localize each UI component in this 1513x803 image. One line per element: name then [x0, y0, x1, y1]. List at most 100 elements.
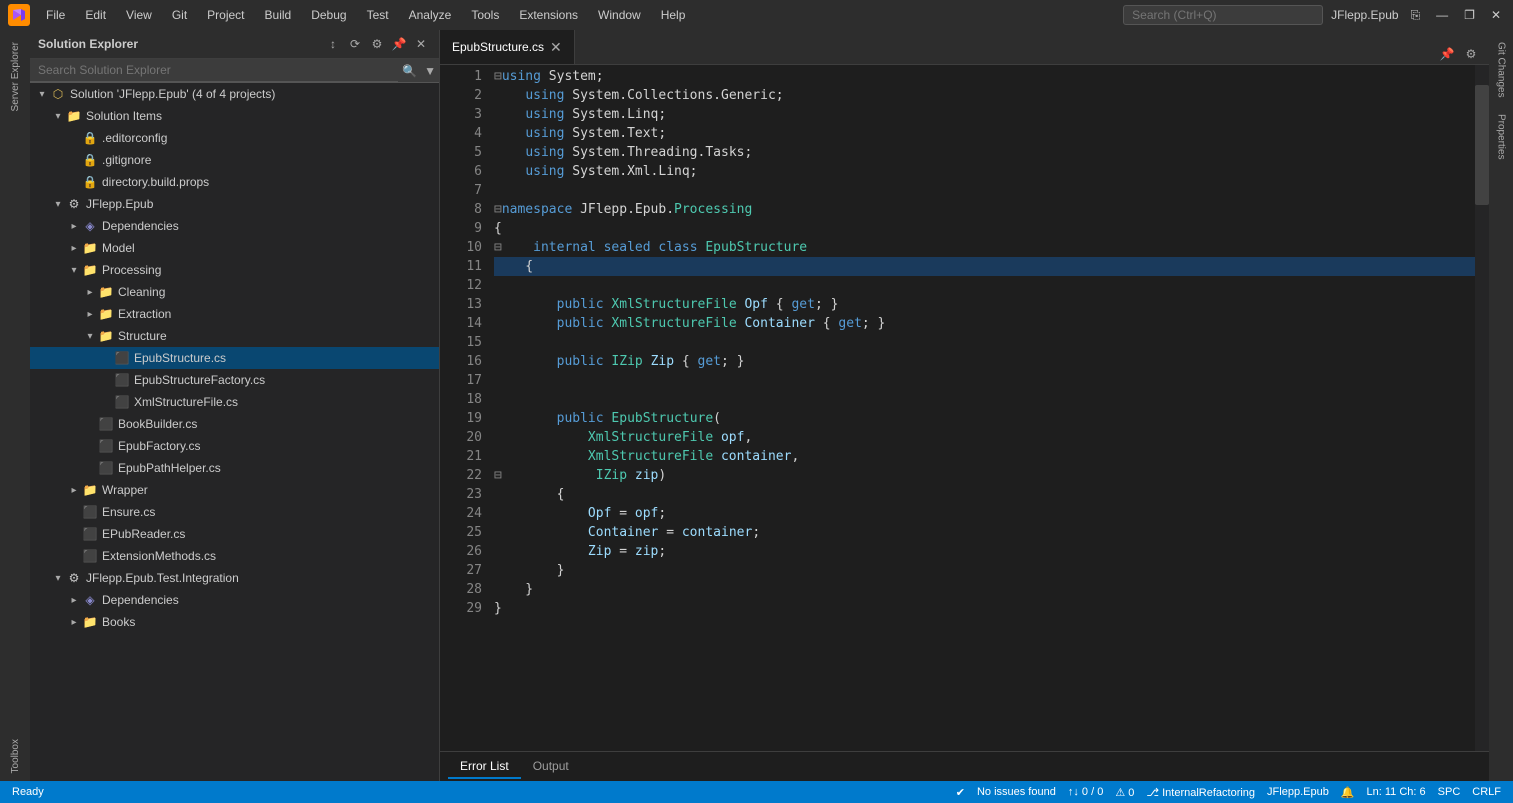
tree-item-dependencies2[interactable]: ▸◈Dependencies	[30, 589, 439, 611]
minimap-scrollbar[interactable]	[1475, 65, 1489, 751]
tree-item-epubpathhelper-cs[interactable]: ⬛EpubPathHelper.cs	[30, 457, 439, 479]
status-ready[interactable]: Ready	[8, 786, 48, 798]
restore-button[interactable]: ❐	[1460, 6, 1479, 24]
tab-error-list[interactable]: Error List	[448, 755, 521, 779]
se-settings-btn[interactable]: ⚙	[367, 34, 387, 54]
tab-settings-btn[interactable]: ⚙	[1461, 44, 1481, 64]
status-alert[interactable]: 🔔	[1337, 786, 1359, 799]
properties-label[interactable]: Properties	[1496, 106, 1507, 168]
se-search-input[interactable]	[30, 59, 398, 82]
tab-epubstructure[interactable]: EpubStructure.cs ✕	[440, 30, 575, 64]
menu-file[interactable]: File	[38, 6, 73, 24]
expander-icon[interactable]	[66, 152, 82, 168]
search-icon: 🔍	[398, 64, 421, 78]
tree-item-solution-items-folder[interactable]: ▾📁Solution Items	[30, 105, 439, 127]
menu-test[interactable]: Test	[359, 6, 397, 24]
expander-icon[interactable]	[66, 526, 82, 542]
tree-item-processing[interactable]: ▾📁Processing	[30, 259, 439, 281]
menu-build[interactable]: Build	[257, 6, 300, 24]
expander-icon[interactable]	[66, 504, 82, 520]
menu-extensions[interactable]: Extensions	[511, 6, 586, 24]
se-search-options-btn[interactable]: ▼	[421, 61, 439, 81]
expander-icon[interactable]	[66, 174, 82, 190]
expander-icon[interactable]	[82, 460, 98, 476]
expander-icon[interactable]: ▾	[34, 86, 50, 102]
menu-view[interactable]: View	[118, 6, 160, 24]
status-spaces[interactable]: SPC	[1434, 786, 1465, 798]
expander-icon[interactable]: ▾	[66, 262, 82, 278]
se-pin-btn[interactable]: 📌	[389, 34, 409, 54]
tree-item-ensure-cs[interactable]: ⬛Ensure.cs	[30, 501, 439, 523]
toolbox-label[interactable]: Toolbox	[10, 739, 21, 773]
expander-icon[interactable]: ▾	[50, 108, 66, 124]
menu-git[interactable]: Git	[164, 6, 195, 24]
tree-item-editorconfig[interactable]: 🔒.editorconfig	[30, 127, 439, 149]
status-errors[interactable]: ⚠ 0	[1111, 786, 1138, 799]
expander-icon[interactable]: ▸	[66, 240, 82, 256]
tree-item-gitignore[interactable]: 🔒.gitignore	[30, 149, 439, 171]
menu-edit[interactable]: Edit	[77, 6, 114, 24]
tree-item-directorybuildprops[interactable]: 🔒directory.build.props	[30, 171, 439, 193]
tree-item-wrapper[interactable]: ▸📁Wrapper	[30, 479, 439, 501]
share-button[interactable]: ⎘	[1407, 6, 1425, 25]
status-changes[interactable]: ↑↓ 0 / 0	[1064, 786, 1107, 798]
expander-icon[interactable]: ▸	[66, 614, 82, 630]
expander-icon[interactable]: ▸	[82, 284, 98, 300]
tree-item-epubfactory-cs[interactable]: ⬛EpubFactory.cs	[30, 435, 439, 457]
git-changes-label[interactable]: Git Changes	[1496, 34, 1507, 106]
tree-item-extensionmethods-cs[interactable]: ⬛ExtensionMethods.cs	[30, 545, 439, 567]
tree-item-model[interactable]: ▸📁Model	[30, 237, 439, 259]
tree-item-extraction[interactable]: ▸📁Extraction	[30, 303, 439, 325]
status-lineending[interactable]: CRLF	[1468, 786, 1505, 798]
tab-close-btn[interactable]: ✕	[550, 39, 562, 56]
tree-item-structure[interactable]: ▾📁Structure	[30, 325, 439, 347]
status-project[interactable]: JFlepp.Epub	[1263, 786, 1333, 798]
tab-output[interactable]: Output	[521, 755, 581, 779]
expander-icon[interactable]: ▾	[82, 328, 98, 344]
se-close-btn[interactable]: ✕	[411, 34, 431, 54]
menu-project[interactable]: Project	[199, 6, 252, 24]
minimize-button[interactable]: —	[1432, 6, 1452, 24]
expander-icon[interactable]	[82, 416, 98, 432]
menu-debug[interactable]: Debug	[303, 6, 354, 24]
tree-item-label: XmlStructureFile.cs	[134, 395, 238, 409]
tree-item-books[interactable]: ▸📁Books	[30, 611, 439, 633]
menu-analyze[interactable]: Analyze	[401, 6, 460, 24]
expander-icon[interactable]	[66, 548, 82, 564]
menu-window[interactable]: Window	[590, 6, 649, 24]
tree-item-epubstructurefactory-cs[interactable]: ⬛EpubStructureFactory.cs	[30, 369, 439, 391]
tree-item-cleaning[interactable]: ▸📁Cleaning	[30, 281, 439, 303]
tree-item-jflepp-epub[interactable]: ▾⚙JFlepp.Epub	[30, 193, 439, 215]
expander-icon[interactable]: ▾	[50, 196, 66, 212]
status-branch[interactable]: ⎇ InternalRefactoring	[1142, 786, 1259, 799]
expander-icon[interactable]	[98, 350, 114, 366]
tree-item-solution[interactable]: ▾⬡Solution 'JFlepp.Epub' (4 of 4 project…	[30, 83, 439, 105]
se-collapse-btn[interactable]: ↕	[323, 34, 343, 54]
search-input[interactable]	[1123, 5, 1323, 25]
server-explorer-label[interactable]: Server Explorer	[10, 42, 21, 111]
tree-item-epubstructure-cs[interactable]: ⬛EpubStructure.cs	[30, 347, 439, 369]
no-issues[interactable]: ✔	[952, 786, 969, 799]
menu-help[interactable]: Help	[653, 6, 694, 24]
tree-item-jflepp-epub-test[interactable]: ▾⚙JFlepp.Epub.Test.Integration	[30, 567, 439, 589]
expander-icon[interactable]: ▾	[50, 570, 66, 586]
expander-icon[interactable]: ▸	[82, 306, 98, 322]
menu-tools[interactable]: Tools	[463, 6, 507, 24]
expander-icon[interactable]: ▸	[66, 218, 82, 234]
tab-pin-btn[interactable]: 📌	[1437, 44, 1457, 64]
tree-item-bookbuilder-cs[interactable]: ⬛BookBuilder.cs	[30, 413, 439, 435]
code-content[interactable]: ⊟using System; using System.Collections.…	[490, 65, 1475, 751]
tree-item-dependencies[interactable]: ▸◈Dependencies	[30, 215, 439, 237]
code-editor[interactable]: 1234567891011121314151617181920212223242…	[440, 65, 1475, 751]
tree-item-xmlstructurefile-cs[interactable]: ⬛XmlStructureFile.cs	[30, 391, 439, 413]
nm-token: Container	[744, 314, 814, 333]
tree-item-epubreader-cs[interactable]: ⬛EPubReader.cs	[30, 523, 439, 545]
se-refresh-btn[interactable]: ⟳	[345, 34, 365, 54]
close-button[interactable]: ✕	[1487, 6, 1505, 24]
expander-icon[interactable]: ▸	[66, 592, 82, 608]
expander-icon[interactable]	[82, 438, 98, 454]
expander-icon[interactable]	[66, 130, 82, 146]
expander-icon[interactable]: ▸	[66, 482, 82, 498]
expander-icon[interactable]	[98, 372, 114, 388]
expander-icon[interactable]	[98, 394, 114, 410]
